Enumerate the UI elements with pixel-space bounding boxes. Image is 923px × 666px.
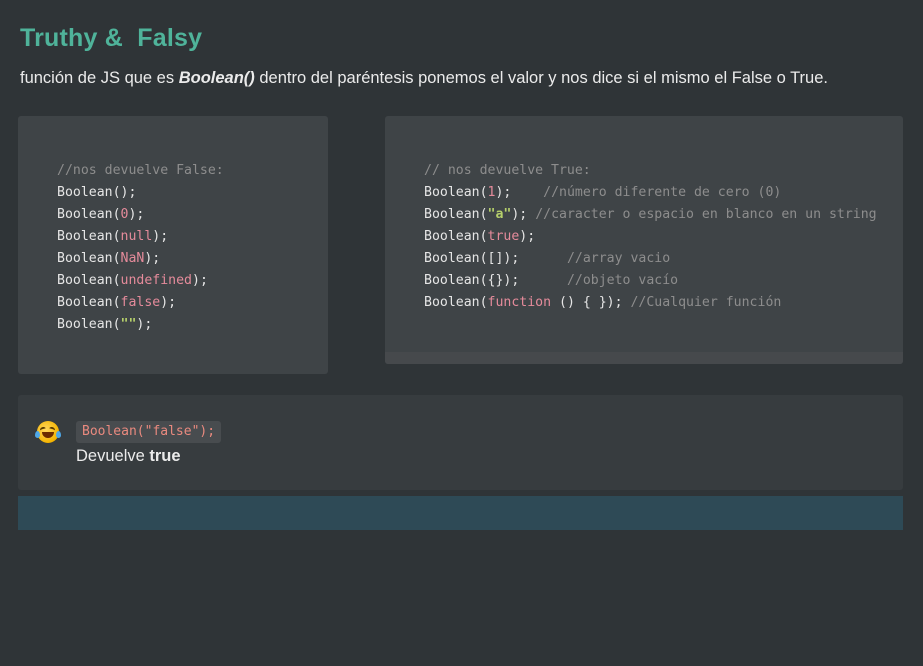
code-block-falsy[interactable]: //nos devuelve False: Boolean(); Boolean… [18,116,328,374]
description-before: función de JS que es [20,69,179,87]
code-line: Boolean(); [57,185,137,200]
description-emphasis: Boolean() [178,69,255,87]
code-falsy: //nos devuelve False: Boolean(); Boolean… [57,160,224,336]
code-line: Boolean(0); [57,207,145,222]
callout-strong: true [149,447,181,465]
code-comment: //nos devuelve False: [57,163,224,178]
callout: Boolean("false"); Devuelve true [18,395,903,490]
inline-code: Boolean("false"); [76,421,222,443]
code-line: Boolean(true); [424,229,536,244]
rolling-laughing-emoji-icon[interactable] [35,421,61,443]
code-line: Boolean("a"); //caracter o espacio en bl… [424,207,877,222]
code-line: Boolean(NaN); [57,251,161,266]
code-line: Boolean([]); //array vacio [424,251,671,266]
code-line: Boolean(null); [57,229,169,244]
horizontal-scrollbar[interactable] [385,352,903,364]
bottom-bar [18,496,903,530]
code-comment: // nos devuelve True: [424,163,591,178]
code-line: Boolean(function () { }); //Cualquier fu… [424,295,782,310]
page-title: Truthy & Falsy [20,24,203,52]
code-line: Boolean(false); [57,295,177,310]
code-line: Boolean(""); [57,317,153,332]
callout-text: Devuelve true [76,447,181,465]
description: función de JS que es Boolean() dentro de… [20,69,828,88]
code-line: Boolean(1); //número diferente de cero (… [424,185,782,200]
code-line: Boolean(undefined); [57,273,208,288]
description-after: dentro del paréntesis ponemos el valor y… [254,69,828,87]
code-truthy: // nos devuelve True: Boolean(1); //núme… [424,160,877,314]
code-block-truthy[interactable]: // nos devuelve True: Boolean(1); //núme… [385,116,903,364]
code-line: Boolean({}); //objeto vacío [424,273,679,288]
